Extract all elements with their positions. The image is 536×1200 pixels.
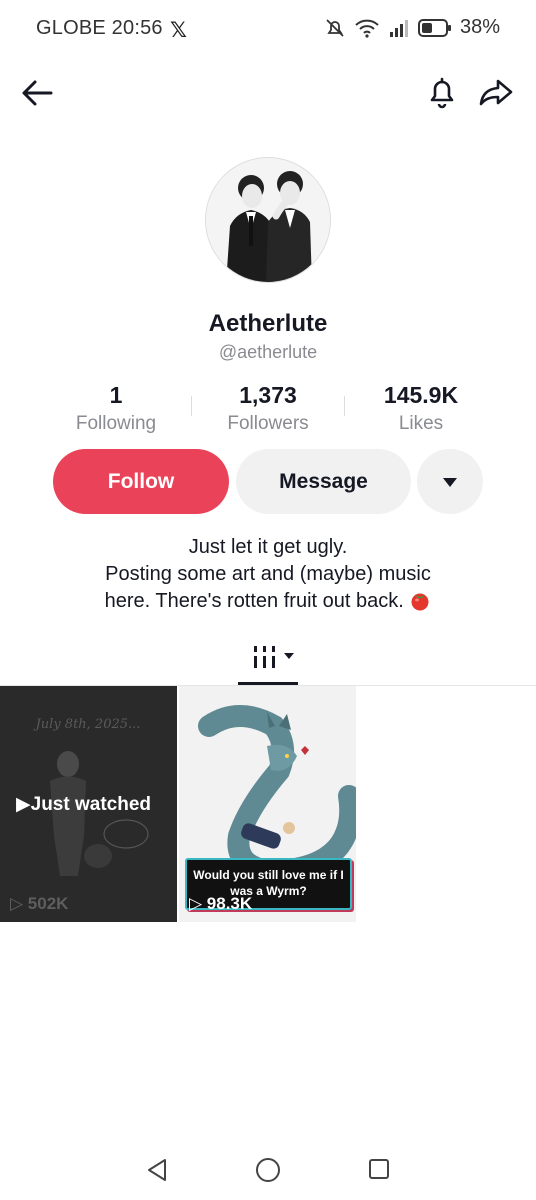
x-app-icon: 𝕏 [170, 19, 187, 42]
back-button[interactable] [18, 74, 56, 112]
bio-line: Posting some art and (maybe) music [105, 563, 431, 585]
stat-following[interactable]: 1 Following [41, 382, 191, 435]
video-thumbnail[interactable]: July 8th, 2025... ▶Just watched ▷ 502K [0, 686, 177, 922]
just-watched-badge: ▶Just watched [16, 793, 151, 816]
display-name: Aetherlute [208, 310, 328, 337]
message-button[interactable]: Message [236, 449, 411, 514]
play-outline-icon: ▷ [189, 894, 207, 913]
tomato-icon [411, 593, 429, 611]
stat-label: Likes [398, 413, 444, 434]
view-count-value: 98.3K [206, 894, 253, 913]
stat-value: 1 [109, 382, 123, 408]
triangle-back-icon [148, 1159, 166, 1181]
view-count: ▷ 502K [10, 894, 68, 914]
thumb-title: July 8th, 2025... [33, 717, 141, 732]
more-options-button[interactable] [417, 449, 483, 514]
bio-line: here. There's rotten fruit out back. [104, 590, 404, 612]
carrier-time: GLOBE 20:56 [36, 17, 163, 39]
stat-label: Followers [227, 413, 309, 434]
bio-line: Just let it get ugly. [188, 536, 348, 558]
caret-down-icon [443, 477, 457, 487]
system-home-button[interactable] [255, 1157, 281, 1183]
view-count: ▷ 98.3K [189, 894, 252, 914]
battery-percent: 38% [459, 16, 500, 38]
videos-tab[interactable] [252, 644, 298, 672]
bio: Just let it get ugly. Posting some art a… [0, 534, 536, 615]
wifi-icon [355, 19, 379, 38]
follow-button[interactable]: Follow [53, 449, 229, 514]
username: @aetherlute [218, 342, 318, 362]
stat-divider [191, 396, 192, 416]
stat-value: 1,373 [239, 382, 297, 408]
system-recents-button[interactable] [368, 1158, 390, 1180]
stat-likes[interactable]: 145.9K Likes [346, 382, 496, 435]
stat-value: 145.9K [383, 382, 459, 408]
status-bar: GLOBE 20:56 𝕏 38% [0, 0, 536, 58]
battery-icon [417, 18, 451, 37]
share-button[interactable] [476, 72, 516, 112]
mute-bell-icon [326, 18, 344, 37]
system-back-button[interactable] [145, 1157, 169, 1183]
video-thumbnail[interactable]: Would you still love me if I was a Wyrm?… [179, 686, 356, 922]
play-outline-icon: ▷ [10, 894, 28, 913]
bell-icon [430, 77, 454, 109]
arrow-left-icon [22, 80, 53, 106]
stat-label: Following [75, 413, 157, 434]
play-icon: ▶ [16, 794, 31, 815]
square-recents-icon [369, 1159, 389, 1179]
share-arrow-icon [479, 79, 513, 106]
stat-divider [344, 396, 345, 416]
view-count-value: 502K [27, 894, 69, 913]
stat-followers[interactable]: 1,373 Followers [193, 382, 343, 435]
notification-bell-button[interactable] [422, 72, 462, 112]
grid-icon [254, 646, 294, 668]
circle-home-icon [256, 1158, 280, 1182]
avatar[interactable] [205, 157, 331, 283]
avatar-image [206, 158, 330, 282]
just-watched-label: Just watched [30, 794, 151, 815]
signal-icon [389, 19, 408, 37]
status-icons: 38% [324, 16, 500, 39]
